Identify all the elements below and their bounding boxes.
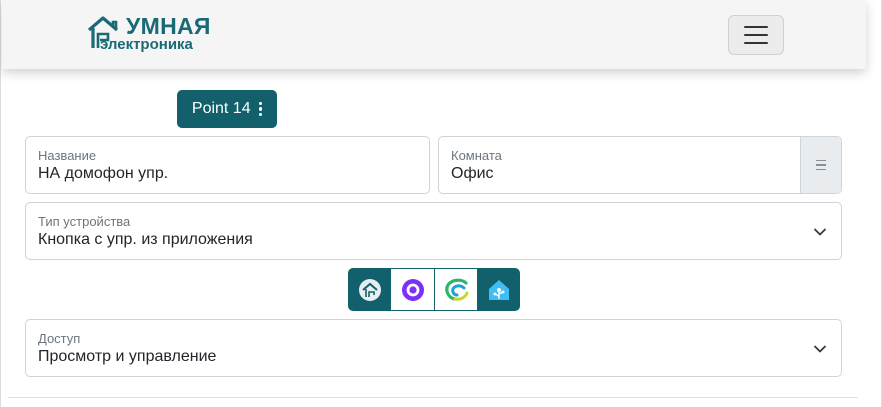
sber-icon xyxy=(445,278,469,301)
list-icon xyxy=(816,168,826,171)
name-field[interactable]: Название НА домофон упр. xyxy=(25,136,430,194)
divider xyxy=(8,397,858,398)
room-field-label: Комната xyxy=(451,148,502,163)
device-type-label: Тип устройства xyxy=(38,214,131,229)
chevron-down-icon xyxy=(814,345,826,353)
alice-icon xyxy=(401,278,424,301)
device-type-select[interactable]: Тип устройства Кнопка с упр. из приложен… xyxy=(25,202,842,260)
integration-smart-home-button[interactable] xyxy=(348,268,391,311)
hamburger-icon-bar xyxy=(744,42,768,44)
kebab-vertical-icon xyxy=(258,101,263,117)
room-list-button[interactable] xyxy=(800,137,841,193)
integration-alice-button[interactable] xyxy=(391,268,434,311)
name-field-label: Название xyxy=(38,148,97,163)
integration-sber-button[interactable] xyxy=(434,268,477,311)
logo-title: УМНАЯ xyxy=(126,13,211,39)
list-icon xyxy=(816,159,826,162)
hamburger-icon-bar xyxy=(744,34,768,36)
point-menu-button[interactable]: Point 14 xyxy=(177,90,277,128)
smart-home-app-icon xyxy=(358,278,381,301)
chevron-down-icon xyxy=(814,228,826,236)
home-assistant-icon xyxy=(488,279,509,300)
access-label: Доступ xyxy=(38,331,81,346)
list-icon xyxy=(816,164,826,166)
access-select[interactable]: Доступ Просмотр и управление xyxy=(25,319,842,377)
hamburger-icon-bar xyxy=(744,26,768,28)
integrations-group xyxy=(348,268,520,311)
access-value: Просмотр и управление xyxy=(38,348,217,365)
room-field-value[interactable]: Офис xyxy=(451,165,494,183)
integration-home-assistant-button[interactable] xyxy=(477,268,520,311)
logo-subtitle: электроника xyxy=(100,36,193,53)
point-label: Point 14 xyxy=(191,100,251,117)
brand-logo[interactable]: УМНАЯ электроника xyxy=(86,14,216,54)
menu-toggle-button[interactable] xyxy=(728,15,784,55)
top-navbar: УМНАЯ электроника xyxy=(2,0,866,69)
name-field-value[interactable]: НА домофон упр. xyxy=(38,165,168,183)
room-field[interactable]: Комната Офис xyxy=(438,136,842,194)
device-type-value: Кнопка с упр. из приложения xyxy=(38,231,253,248)
scrollbar-gutter xyxy=(866,0,880,407)
